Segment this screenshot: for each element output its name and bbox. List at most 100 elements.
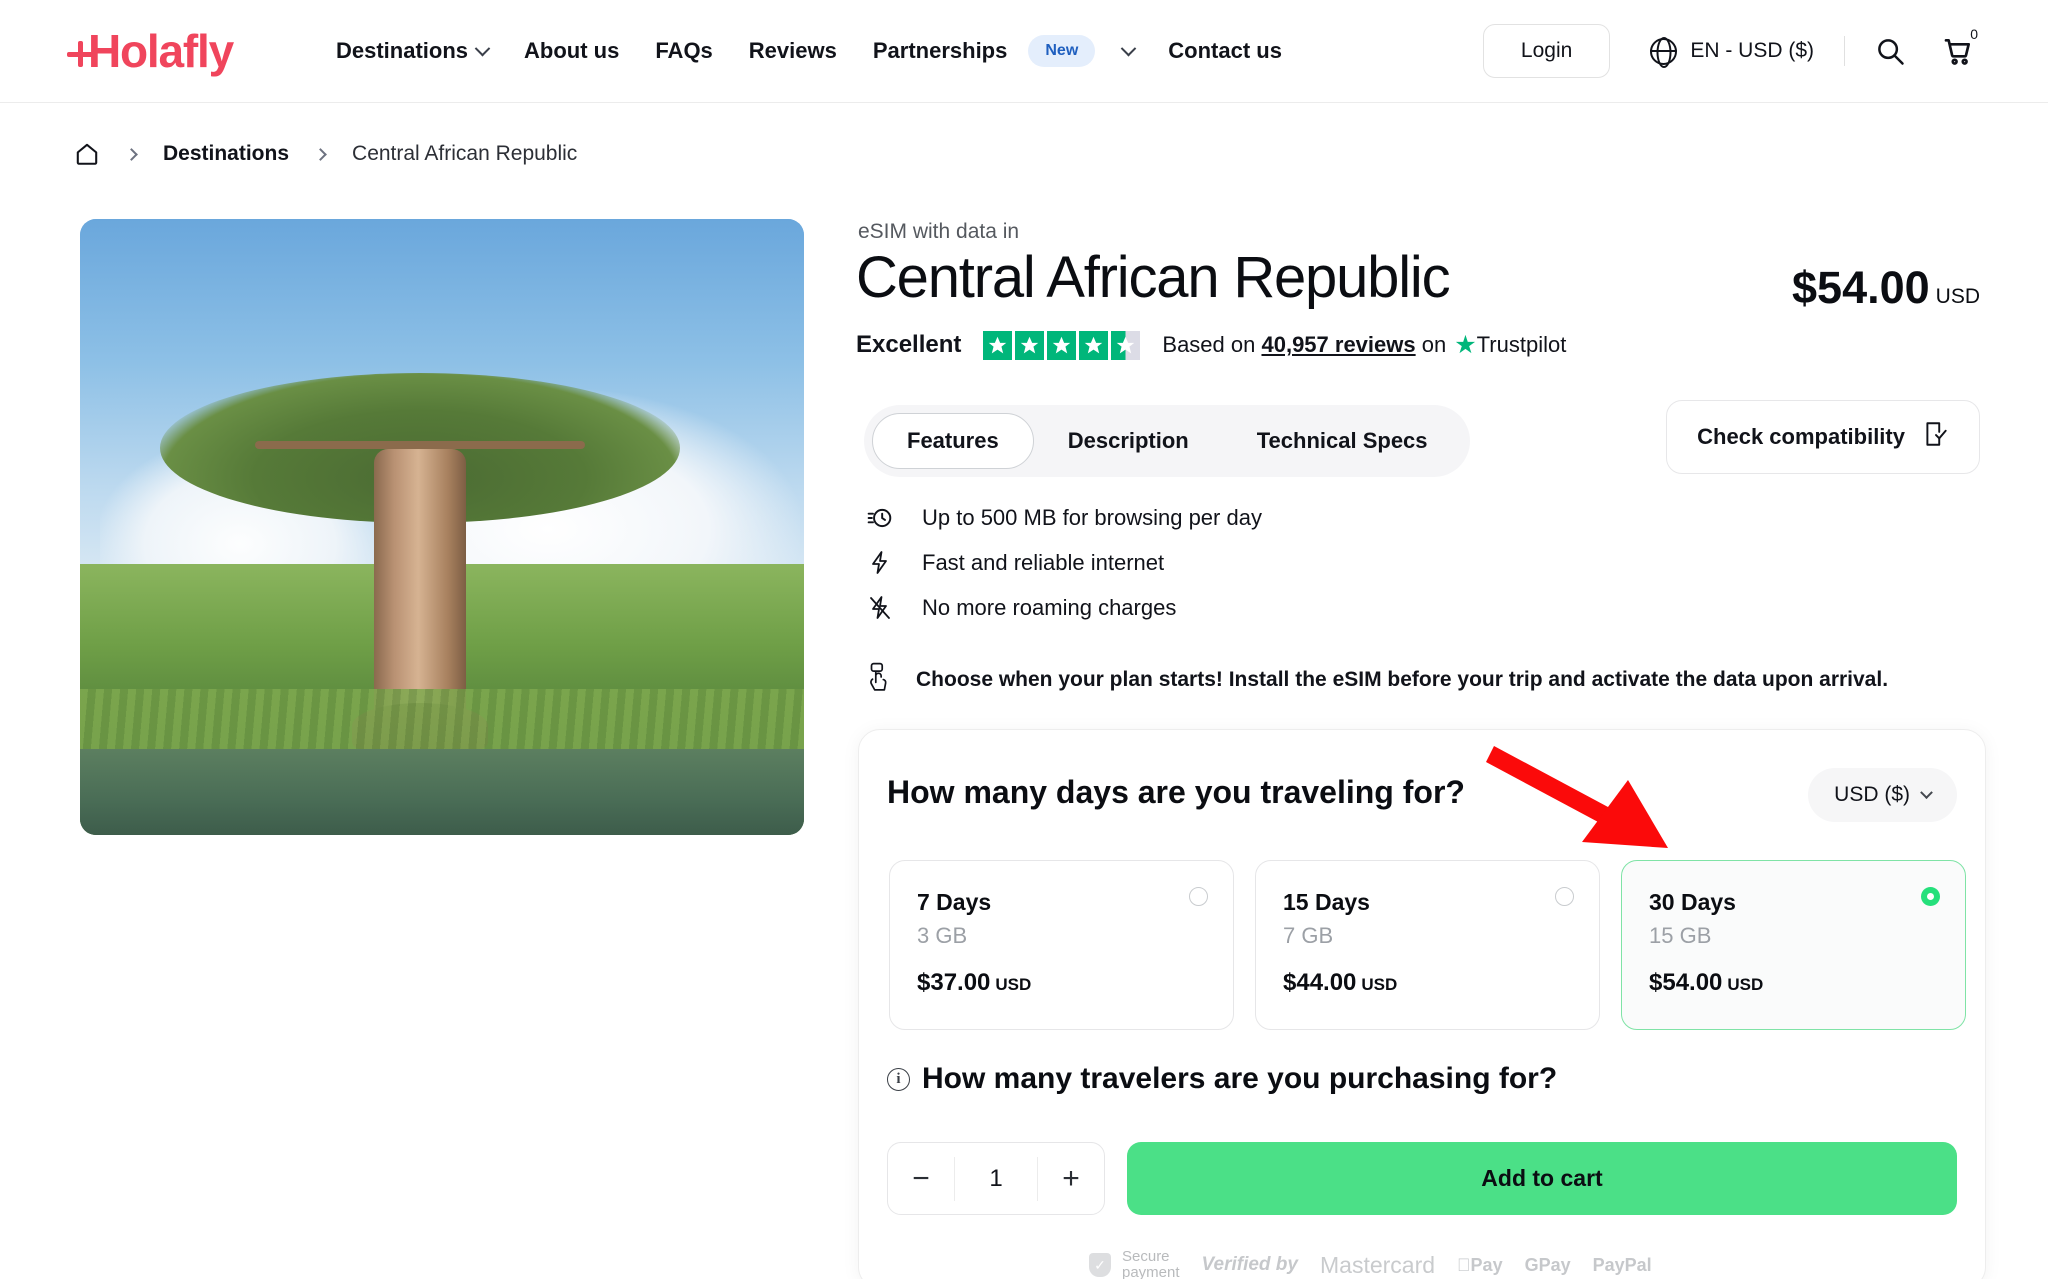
home-icon[interactable] [74,141,100,167]
search-icon[interactable] [1875,36,1905,66]
tap-hand-icon [866,662,892,697]
tab-features[interactable]: Features [872,413,1034,469]
currency-selector-label: USD ($) [1834,783,1910,806]
breadcrumb-item-destinations[interactable]: Destinations [163,142,289,166]
globe-icon [1650,37,1678,65]
nav-label-about-us: About us [524,38,620,63]
feature-item: Fast and reliable internet [866,540,1262,585]
plan-option-days: 15 Days [1283,889,1370,915]
main-nav: Destinations About us FAQs Reviews Partn… [318,35,1300,67]
feature-text: No more roaming charges [922,594,1177,620]
star-icon [983,330,1013,360]
secure-line-2: payment [1122,1264,1180,1279]
google-pay-label: Pay [1525,1254,1571,1275]
hero-water [80,748,804,835]
bolt-icon [866,549,894,577]
plan-option-days: 30 Days [1649,889,1736,915]
travelers-question: i How many travelers are you purchasing … [887,1062,1557,1096]
nav-item-contact-us[interactable]: Contact us [1150,38,1300,64]
logo-text: Holafly [88,25,234,77]
destination-hero-image [80,219,804,835]
feature-text: Up to 500 MB for browsing per day [922,504,1262,530]
apple-pay-label: Pay [1457,1254,1503,1275]
plan-option-price: $37.00 USD [917,969,1031,997]
star-icon [1047,330,1077,360]
phone-check-icon [1923,420,1949,454]
feature-item: No more roaming charges [866,585,1262,630]
nav-partnerships-dropdown-toggle[interactable] [1113,40,1150,57]
feature-list: Up to 500 MB for browsing per day Fast a… [866,495,1262,630]
add-to-cart-button[interactable]: Add to cart [1127,1142,1957,1215]
nav-item-about-us[interactable]: About us [506,38,637,64]
plan-option-30-days[interactable]: 30 Days 15 GB $54.00 USD [1621,860,1966,1030]
secure-line-1: Secure [1122,1248,1170,1266]
breadcrumb-item-current: Central African Republic [352,142,578,165]
nav-item-reviews[interactable]: Reviews [731,38,855,64]
nav-item-faqs[interactable]: FAQs [637,38,730,64]
tab-description[interactable]: Description [1034,414,1223,468]
nav-label-destinations: Destinations [335,38,468,63]
page-title: Central African Republic [856,245,1451,310]
quantity-value[interactable]: 1 [954,1156,1038,1201]
login-button[interactable]: Login [1482,24,1611,78]
site-header: Holafly Destinations About us FAQs Revie… [0,0,2048,103]
plan-option-radio[interactable] [1555,887,1574,906]
travelers-question-text: How many travelers are you purchasing fo… [922,1062,1558,1095]
chevron-down-icon [1920,785,1933,799]
plan-option-price-amount: $54.00 [1649,969,1723,996]
plan-option-price-currency: USD [1361,975,1398,994]
plan-options: 7 Days 3 GB $37.00 USD 15 Days 7 GB $44.0… [889,860,1966,1030]
product-tabs: Features Description Technical Specs [864,405,1470,477]
nav-label-faqs: FAQs [655,38,713,63]
plan-option-data: 15 GB [1649,923,1712,948]
visa-verified-logo: Verified by [1202,1254,1298,1276]
baobab-branch [255,440,586,449]
chevron-down-icon [1120,40,1137,56]
nav-label-reviews: Reviews [748,38,837,63]
price-currency: USD [1935,285,1980,308]
page-root: Holafly Destinations About us FAQs Revie… [0,0,2048,1279]
product-eyebrow: eSIM with data in [858,220,1020,243]
cart-count-badge: 0 [1970,26,1978,42]
plan-option-days: 7 Days [917,889,992,915]
nav-item-destinations[interactable]: Destinations [318,38,506,64]
plan-start-notice: Choose when your plan starts! Install th… [866,662,1888,697]
plan-option-data: 7 GB [1283,923,1334,948]
tab-technical-specs[interactable]: Technical Specs [1223,414,1462,468]
plan-option-price: $44.00 USD [1283,969,1397,997]
plan-option-radio[interactable] [1189,887,1208,906]
cart-icon[interactable]: 0 [1942,26,1978,67]
quantity-decrement-button[interactable]: − [888,1162,954,1196]
check-compatibility-label: Check compatibility [1697,424,1905,449]
on-text: on [1421,332,1447,357]
shield-check-icon [1089,1253,1111,1277]
payment-methods-footer: Secure payment Verified by Mastercard P… [889,1240,1957,1279]
star-half-icon [1111,330,1141,360]
quantity-increment-button[interactable]: + [1038,1162,1104,1196]
plan-option-price-amount: $44.00 [1283,969,1357,996]
plan-option-price-currency: USD [995,975,1032,994]
breadcrumb: Destinations Central African Republic [74,141,577,167]
plan-option-7-days[interactable]: 7 Days 3 GB $37.00 USD [889,860,1234,1030]
nav-badge-new: New [1028,35,1096,67]
review-count[interactable]: 40,957 reviews [1261,332,1415,357]
secure-payment-text: Secure payment [1122,1249,1180,1279]
breadcrumb-separator-icon [314,147,327,161]
plan-option-price: $54.00 USD [1649,969,1763,997]
plan-option-price-currency: USD [1727,975,1764,994]
holafly-logo[interactable]: Holafly [67,24,234,78]
based-on-text: Based on [1162,332,1256,357]
nav-item-partnerships[interactable]: Partnerships New [855,35,1113,67]
plan-option-price-amount: $37.00 [917,969,991,996]
plan-option-radio-selected[interactable] [1921,887,1940,906]
check-compatibility-button[interactable]: Check compatibility [1666,400,1980,474]
info-icon[interactable]: i [887,1067,910,1091]
trustpilot-label: Trustpilot [1476,332,1567,357]
breadcrumb-separator-icon [125,147,138,161]
plan-option-15-days[interactable]: 15 Days 7 GB $44.00 USD [1255,860,1600,1030]
data-clock-icon [866,504,894,532]
quantity-stepper: − 1 + [887,1142,1105,1215]
currency-selector[interactable]: USD ($) [1808,768,1957,822]
header-divider [1844,36,1845,66]
locale-currency-selector[interactable]: EN - USD ($) [1650,37,1814,65]
